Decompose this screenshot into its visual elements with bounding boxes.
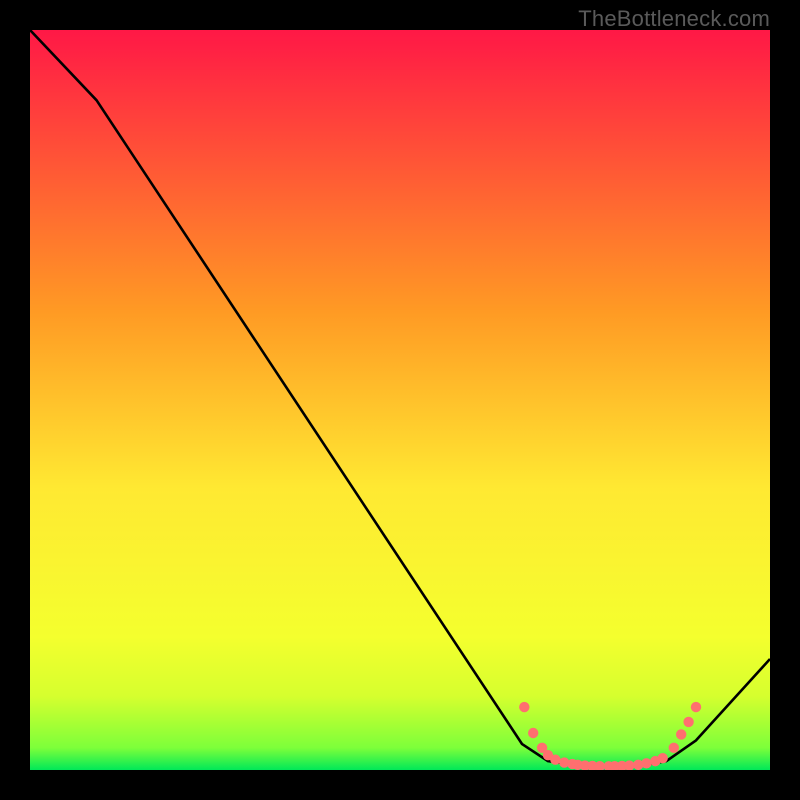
data-dot [691, 702, 701, 712]
data-dot [669, 743, 679, 753]
watermark-text: TheBottleneck.com [578, 6, 770, 32]
chart-frame: { "watermark": "TheBottleneck.com", "cha… [0, 0, 800, 800]
data-dot [550, 754, 560, 764]
bottleneck-chart [30, 30, 770, 770]
data-dot [676, 729, 686, 739]
data-dot [641, 758, 651, 768]
data-dot [683, 717, 693, 727]
gradient-background [30, 30, 770, 770]
data-dot [528, 728, 538, 738]
data-dot [658, 753, 668, 763]
chart-svg [30, 30, 770, 770]
data-dot [519, 702, 529, 712]
